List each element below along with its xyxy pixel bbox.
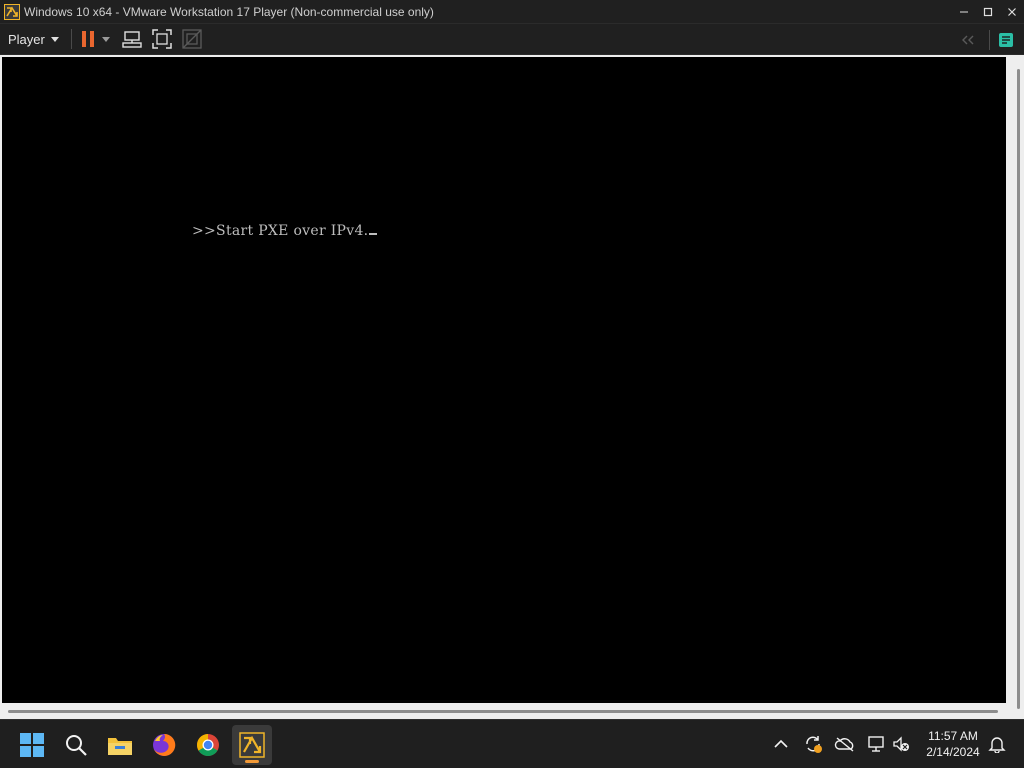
window-title-bar[interactable]: Windows 10 x64 - VMware Workstation 17 P… xyxy=(0,0,1024,24)
unity-button[interactable] xyxy=(182,27,202,51)
volume-tray-button[interactable] xyxy=(890,733,912,755)
back-arrows-icon xyxy=(962,35,974,44)
toolbar-divider-right xyxy=(989,29,990,50)
window-title: Windows 10 x64 - VMware Workstation 17 P… xyxy=(24,4,434,19)
text-cursor xyxy=(369,233,378,235)
clock-time: 11:57 AM xyxy=(928,729,978,743)
unity-icon xyxy=(182,29,202,49)
file-explorer-icon xyxy=(108,738,132,755)
sync-tray-button[interactable] xyxy=(802,733,824,755)
network-icon xyxy=(868,736,884,752)
chevron-down-icon xyxy=(50,36,59,42)
vmware-app-icon xyxy=(4,3,20,20)
console-output-line: >>Start PXE over IPv4. xyxy=(192,223,378,239)
active-app-indicator xyxy=(245,760,259,763)
show-hidden-icons-button[interactable] xyxy=(770,733,792,755)
toolbar-divider xyxy=(70,29,72,49)
chrome-button[interactable] xyxy=(188,725,228,765)
horizontal-scroll-thumb[interactable] xyxy=(8,710,998,713)
windows-taskbar: 11:57 AM 2/14/2024 xyxy=(0,719,1024,768)
desktop: Windows 10 x64 - VMware Workstation 17 P… xyxy=(0,0,1024,768)
volume-muted-icon xyxy=(893,736,909,752)
send-ctrl-alt-del-icon xyxy=(122,31,142,48)
chrome-icon xyxy=(197,734,219,756)
clock-date: 2/14/2024 xyxy=(926,745,980,759)
back-button[interactable] xyxy=(961,28,975,52)
system-clock[interactable]: 11:57 AM 2/14/2024 xyxy=(918,728,988,760)
player-menu-button[interactable]: Player xyxy=(0,27,65,51)
player-toolbar: Player xyxy=(0,24,1024,55)
file-explorer-button[interactable] xyxy=(100,725,140,765)
pause-button[interactable] xyxy=(80,27,96,51)
chevron-up-icon xyxy=(774,739,788,748)
onedrive-tray-button[interactable] xyxy=(834,733,856,755)
vertical-scroll-thumb[interactable] xyxy=(1017,69,1020,709)
maximize-button[interactable] xyxy=(976,0,1000,24)
power-options-dropdown[interactable] xyxy=(101,27,110,51)
vmware-player-taskbar-button[interactable] xyxy=(232,725,272,765)
notification-bell-icon xyxy=(988,737,1006,753)
search-button[interactable] xyxy=(56,725,96,765)
close-icon xyxy=(1008,8,1016,16)
horizontal-scrollbar[interactable] xyxy=(2,703,1006,717)
start-button[interactable] xyxy=(12,725,52,765)
start-windows-icon xyxy=(20,733,44,757)
notes-button[interactable] xyxy=(998,28,1014,52)
notes-icon xyxy=(999,32,1013,47)
minimize-icon xyxy=(960,11,968,13)
fullscreen-button[interactable] xyxy=(152,27,172,51)
vertical-scrollbar[interactable] xyxy=(1006,57,1022,717)
maximize-icon xyxy=(983,7,993,17)
firefox-icon xyxy=(153,733,176,756)
vmware-player-icon xyxy=(239,732,265,758)
onedrive-icon xyxy=(834,737,854,752)
search-icon xyxy=(66,735,87,756)
console-text: >>Start PXE over IPv4. xyxy=(192,223,369,239)
firefox-button[interactable] xyxy=(144,725,184,765)
vm-display-frame: >>Start PXE over IPv4. xyxy=(0,55,1024,719)
pause-icon xyxy=(81,31,94,47)
send-ctrl-alt-del-button[interactable] xyxy=(122,27,142,51)
fullscreen-icon xyxy=(152,29,172,49)
vm-console-screen[interactable]: >>Start PXE over IPv4. xyxy=(2,57,1006,703)
minimize-button[interactable] xyxy=(952,0,976,24)
sync-icon xyxy=(806,736,822,753)
network-tray-button[interactable] xyxy=(866,733,888,755)
close-button[interactable] xyxy=(1000,0,1024,24)
player-menu-label: Player xyxy=(8,31,45,47)
notifications-button[interactable] xyxy=(986,733,1008,755)
dropdown-caret-icon xyxy=(101,36,110,42)
